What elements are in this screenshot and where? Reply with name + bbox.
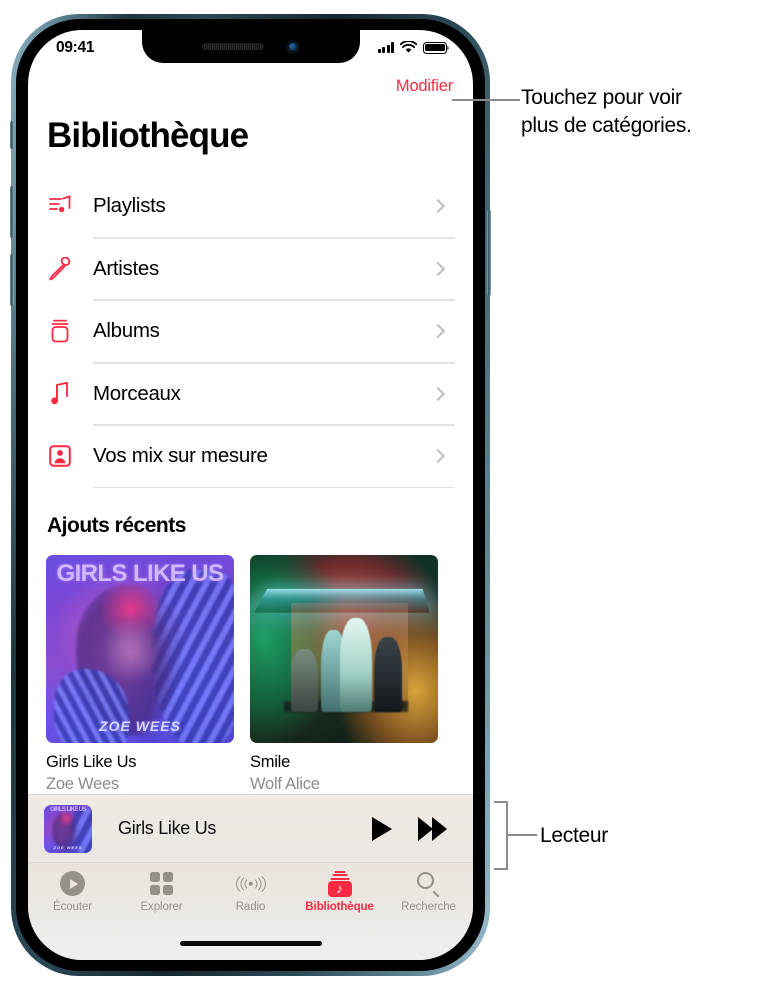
radio-broadcast-icon	[233, 870, 269, 897]
smile-artwork[interactable]	[250, 554, 438, 743]
artwork-detail	[254, 589, 431, 614]
music-app: Modifier Bibliothèque Playlists Artistes…	[28, 30, 473, 960]
sidebar-item-playlists[interactable]: Playlists	[46, 175, 455, 238]
mini-player-artwork[interactable]: GIRLS LIKE US ZOE WEES	[44, 804, 92, 853]
artwork-detail	[291, 648, 318, 713]
tab-label: Explorer	[140, 901, 183, 913]
phone-screen: 09:41 Modifier Bibliothèque Playlists Ar…	[28, 30, 473, 960]
search-icon	[416, 870, 441, 898]
front-camera-icon	[285, 39, 300, 54]
album-artist: Zoe Wees	[46, 774, 119, 793]
battery-icon	[423, 41, 450, 54]
edit-row: Modifier	[46, 69, 455, 103]
section-title-recent: Ajouts récents	[47, 513, 186, 537]
callout-top-line2: plus de catégories.	[521, 113, 692, 137]
chevron-right-icon	[430, 261, 446, 276]
artwork-artist-logo: ZOE WEES	[53, 844, 83, 850]
tab-label: Écouter	[53, 901, 92, 913]
status-clock: 09:41	[56, 38, 95, 56]
tab-bar: Écouter Explorer Radio ♪ Bibliothèque Re…	[28, 862, 473, 938]
callout-top-line1: Touchez pour voir	[521, 86, 682, 109]
listen-now-icon	[60, 870, 85, 897]
artwork-detail	[374, 637, 403, 713]
music-note-icon	[46, 381, 93, 406]
library-category-list: Playlists Artistes Albums Morceaux Vos m…	[46, 175, 455, 488]
now-playing-title: Girls Like Us	[118, 818, 217, 838]
sidebar-item-label: Artistes	[93, 256, 159, 280]
recent-albums-row: GIRLS LIKE US ZOE WEES Girls Like Us Zoe…	[46, 554, 455, 794]
tab-recherche[interactable]: Recherche	[384, 870, 473, 913]
screenshot-root: 09:41 Modifier Bibliothèque Playlists Ar…	[0, 0, 782, 990]
tab-label: Bibliothèque	[305, 901, 374, 913]
callout-top: Touchez pour voir plus de catégories.	[521, 84, 776, 140]
library-scroll-view[interactable]: Modifier Bibliothèque Playlists Artistes…	[28, 30, 473, 794]
album-title: Smile	[250, 752, 291, 771]
play-button[interactable]	[372, 816, 392, 841]
fast-forward-icon	[418, 816, 433, 841]
notch	[141, 30, 360, 63]
mini-player[interactable]: GIRLS LIKE US ZOE WEES Girls Like Us	[28, 794, 473, 862]
album-stack-icon	[46, 319, 93, 343]
girls-like-us-artwork[interactable]: GIRLS LIKE US ZOE WEES	[46, 554, 234, 743]
edit-button[interactable]: Modifier	[396, 77, 453, 96]
artwork-detail	[340, 618, 373, 713]
volume-down-button[interactable]	[10, 254, 14, 306]
chevron-right-icon	[430, 199, 446, 214]
browse-grid-icon	[150, 870, 173, 897]
callout-leader-line-bottom	[508, 834, 537, 836]
callout-leader-line-top	[452, 99, 520, 101]
cellular-bars-icon	[377, 42, 394, 53]
chevron-right-icon	[430, 386, 446, 401]
tab-radio[interactable]: Radio	[206, 870, 295, 913]
microphone-icon	[46, 256, 93, 281]
earpiece-speaker-icon	[201, 43, 264, 50]
album-title: Girls Like Us	[46, 752, 137, 771]
artwork-detail	[102, 618, 159, 683]
playlist-note-icon	[46, 194, 93, 218]
divider	[93, 486, 455, 488]
sidebar-item-artistes[interactable]: Artistes	[46, 237, 455, 300]
chevron-right-icon	[430, 324, 446, 339]
sidebar-item-label: Vos mix sur mesure	[93, 444, 268, 468]
iphone-device-frame: 09:41 Modifier Bibliothèque Playlists Ar…	[10, 14, 491, 976]
play-icon	[372, 816, 392, 841]
fast-forward-icon	[432, 816, 447, 841]
tab-label: Radio	[235, 901, 266, 913]
callout-bottom: Lecteur	[540, 824, 608, 847]
phone-bezel: 09:41 Modifier Bibliothèque Playlists Ar…	[16, 19, 485, 971]
volume-up-button[interactable]	[10, 186, 14, 238]
artwork-artist-logo: ZOE WEES	[99, 717, 181, 734]
sidebar-item-label: Albums	[93, 319, 160, 343]
sidebar-item-label: Playlists	[93, 194, 166, 218]
album-artist: Wolf Alice	[250, 774, 320, 793]
album-card[interactable]: GIRLS LIKE US ZOE WEES Girls Like Us Zoe…	[46, 554, 234, 794]
album-card[interactable]: Smile Wolf Alice	[250, 554, 438, 794]
library-icon	[327, 870, 352, 897]
tab-bibliotheque[interactable]: Bibliothèque	[295, 870, 384, 913]
mute-switch[interactable]	[10, 121, 14, 149]
sidebar-item-albums[interactable]: Albums	[46, 300, 455, 363]
status-indicators	[377, 39, 450, 54]
tab-ecouter[interactable]: Écouter	[28, 870, 117, 913]
page-title: Bibliothèque	[47, 116, 249, 155]
wifi-icon	[400, 41, 417, 53]
person-card-icon	[46, 444, 93, 468]
artwork-title-text: GIRLS LIKE US	[50, 806, 86, 813]
home-indicator[interactable]	[28, 938, 473, 960]
chevron-right-icon	[430, 449, 446, 464]
tab-explorer[interactable]: Explorer	[117, 870, 206, 913]
fast-forward-button[interactable]	[418, 816, 447, 841]
sidebar-item-morceaux[interactable]: Morceaux	[46, 362, 455, 425]
power-button[interactable]	[487, 210, 491, 296]
sidebar-item-vos-mix-sur-mesure[interactable]: Vos mix sur mesure	[46, 425, 455, 488]
artwork-title-text: GIRLS LIKE US	[56, 559, 224, 587]
callout-bracket-bottom	[494, 801, 508, 870]
tab-label: Recherche	[401, 901, 456, 913]
sidebar-item-label: Morceaux	[93, 381, 181, 405]
